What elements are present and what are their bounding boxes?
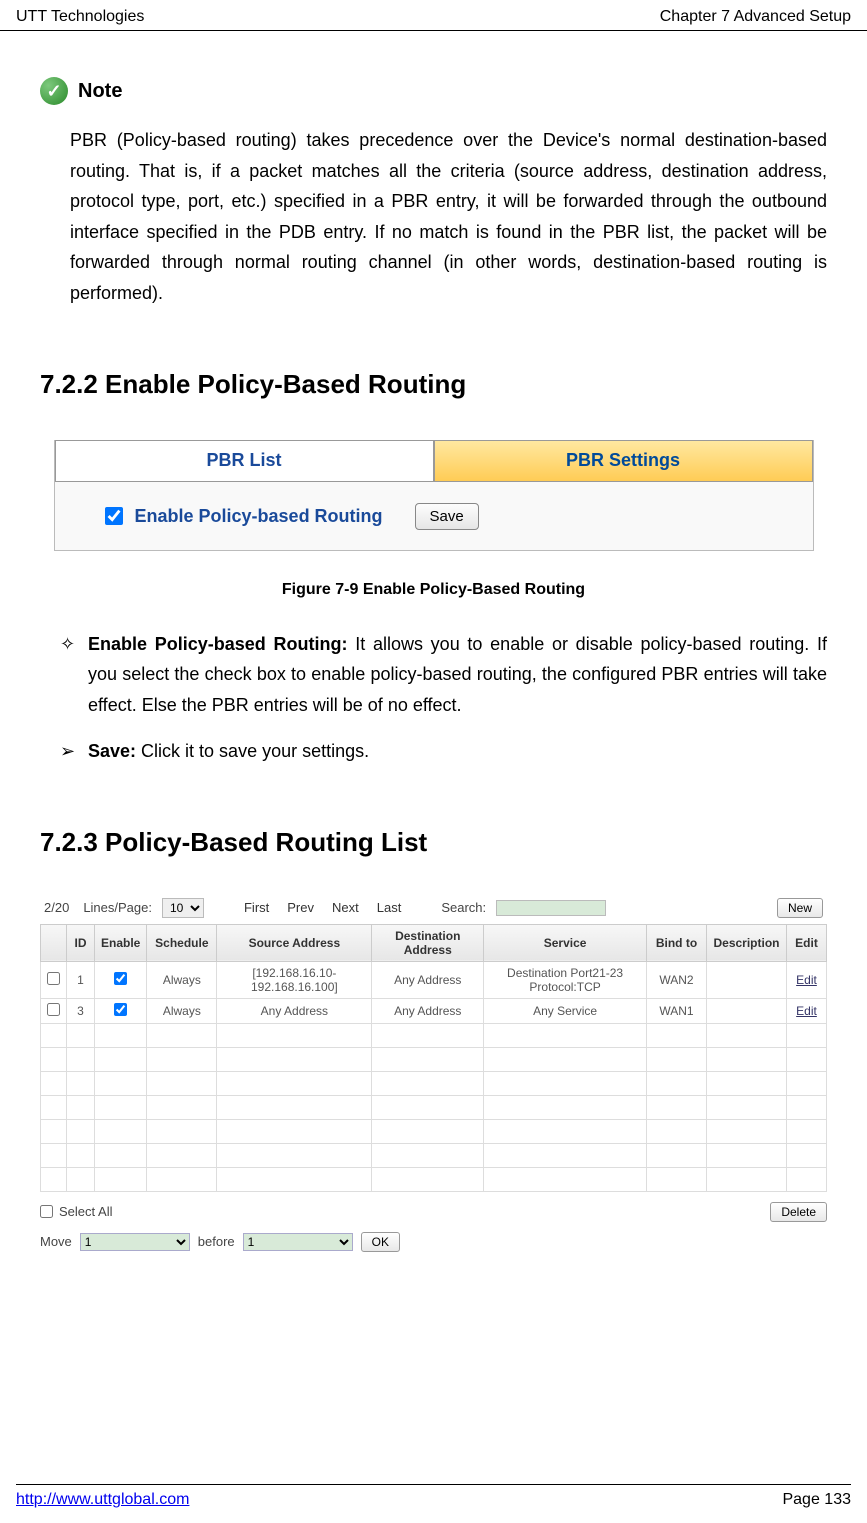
ok-button[interactable]: OK [361,1232,400,1252]
figure-7-9-caption: Figure 7-9 Enable Policy-Based Routing [40,581,827,599]
footer-link[interactable]: http://www.uttglobal.com [16,1491,189,1509]
header-left: UTT Technologies [16,8,144,26]
note-body: PBR (Policy-based routing) takes precede… [70,125,827,309]
row-enable-checkbox[interactable] [114,1003,127,1016]
col-destination: Destination Address [372,924,484,961]
col-bind: Bind to [647,924,707,961]
delete-button[interactable]: Delete [770,1202,827,1222]
select-all-label: Select All [59,1204,112,1219]
save-button[interactable]: Save [415,503,479,530]
note-label: Note [78,80,122,103]
search-label: Search: [441,900,486,915]
table-row: 3AlwaysAny AddressAny AddressAny Service… [41,998,827,1023]
diamond-bullet-icon: ✧ [60,629,88,721]
pbr-tab-panel: PBR List PBR Settings Enable Policy-base… [54,440,814,551]
header-right: Chapter 7 Advanced Setup [660,8,851,26]
tab-pbr-settings[interactable]: PBR Settings [434,440,813,482]
check-icon: ✓ [40,77,68,105]
table-row [41,1167,827,1191]
bullet-enable-pbr: Enable Policy-based Routing: It allows y… [88,629,827,721]
col-source: Source Address [217,924,372,961]
nav-next[interactable]: Next [332,900,359,915]
nav-last[interactable]: Last [377,900,402,915]
cell-schedule: Always [147,961,217,998]
move-to-select[interactable]: 1 [243,1233,353,1251]
nav-prev[interactable]: Prev [287,900,314,915]
move-label: Move [40,1234,72,1249]
edit-link[interactable]: Edit [796,973,817,987]
move-from-select[interactable]: 1 [80,1233,190,1251]
cell-id: 1 [67,961,95,998]
table-row [41,1071,827,1095]
new-button[interactable]: New [777,898,823,918]
row-checkbox[interactable] [47,1003,60,1016]
bullet-save: Save: Click it to save your settings. [88,736,827,767]
before-label: before [198,1234,235,1249]
section-723-heading: 7.2.3 Policy-Based Routing List [40,827,827,858]
lines-per-page-label: Lines/Page: [83,900,152,915]
footer-page: Page 133 [782,1491,851,1509]
cell-destination: Any Address [372,961,484,998]
col-enable: Enable [95,924,147,961]
col-service: Service [484,924,647,961]
row-count: 2/20 [44,900,69,915]
triangle-bullet-icon: ➢ [60,736,88,767]
section-722-heading: 7.2.2 Enable Policy-Based Routing [40,369,827,400]
select-all-checkbox[interactable] [40,1205,53,1218]
cell-source: Any Address [217,998,372,1023]
cell-source: [192.168.16.10-192.168.16.100] [217,961,372,998]
col-checkbox [41,924,67,961]
cell-description [707,998,787,1023]
cell-id: 3 [67,998,95,1023]
cell-description [707,961,787,998]
row-enable-checkbox[interactable] [114,972,127,985]
table-row: 1 Always[192.168.16.10-192.168.16.100]Any… [41,961,827,998]
edit-link[interactable]: Edit [796,1004,817,1018]
col-schedule: Schedule [147,924,217,961]
col-description: Description [707,924,787,961]
pbr-table: ID Enable Schedule Source Address Destin… [40,924,827,1192]
col-edit: Edit [787,924,827,961]
enable-pbr-checkbox[interactable] [105,507,123,525]
table-row [41,1143,827,1167]
table-row [41,1119,827,1143]
col-id: ID [67,924,95,961]
row-checkbox[interactable] [47,972,60,985]
nav-first[interactable]: First [244,900,269,915]
cell-schedule: Always [147,998,217,1023]
cell-destination: Any Address [372,998,484,1023]
cell-bind: WAN1 [647,998,707,1023]
enable-pbr-label: Enable Policy-based Routing [135,506,383,527]
lines-per-page-select[interactable]: 10 [162,898,204,918]
search-input[interactable] [496,900,606,916]
table-row [41,1047,827,1071]
cell-service: Destination Port21-23 Protocol:TCP [484,961,647,998]
cell-service: Any Service [484,998,647,1023]
table-row [41,1095,827,1119]
table-row [41,1023,827,1047]
cell-bind: WAN2 [647,961,707,998]
tab-pbr-list[interactable]: PBR List [55,440,434,482]
